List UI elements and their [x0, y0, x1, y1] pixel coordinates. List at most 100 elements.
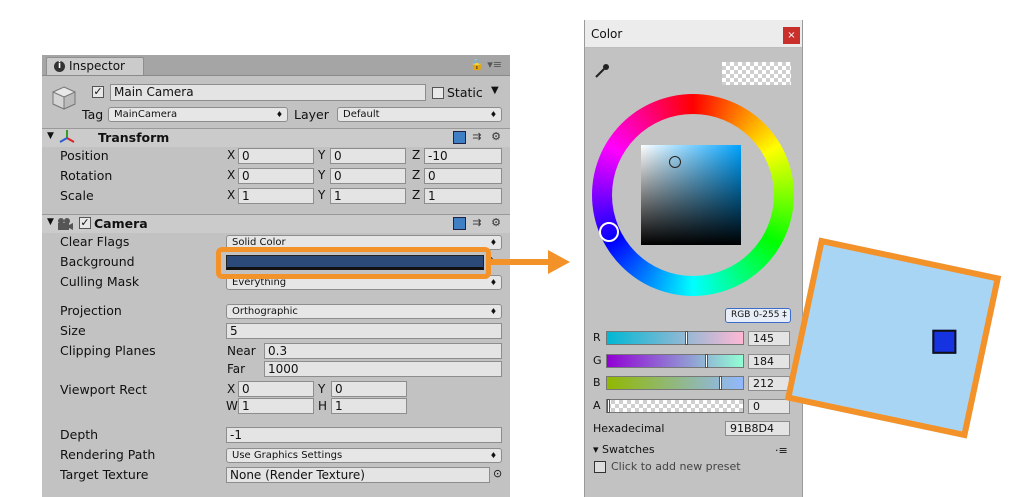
camera-header[interactable]: ▼ ✓ Camera ⇉ ⚙: [42, 214, 510, 233]
target-texture-label: Target Texture: [60, 467, 149, 482]
hex-value-field[interactable]: 91B8D4: [725, 421, 790, 436]
position-x-field[interactable]: 0: [238, 148, 314, 164]
static-checkbox[interactable]: [432, 87, 444, 99]
axis-h-label[interactable]: H: [318, 399, 327, 413]
far-label[interactable]: Far: [227, 362, 245, 376]
color-picker-window: Color × RGB 0-255 ‡ R 145 G 184 B 212 A …: [584, 20, 803, 497]
axis-x-label[interactable]: X: [227, 168, 235, 182]
axis-z-label[interactable]: Z: [412, 168, 420, 182]
help-book-icon[interactable]: [452, 216, 466, 230]
foldout-arrow-icon[interactable]: ▼: [47, 131, 54, 141]
color-window-title: Color: [591, 27, 623, 41]
position-y-field[interactable]: 0: [330, 148, 406, 164]
g-value-field[interactable]: 184: [748, 354, 790, 369]
b-slider-thumb[interactable]: [719, 376, 722, 390]
hue-cursor-icon[interactable]: [599, 222, 619, 242]
rotation-z-field[interactable]: 0: [424, 168, 502, 184]
near-clip-field[interactable]: 0.3: [264, 343, 502, 359]
lock-menu-icon[interactable]: 🔒 ▾≡: [470, 58, 502, 71]
color-mode-dropdown[interactable]: RGB 0-255 ‡: [725, 308, 791, 323]
close-button[interactable]: ×: [783, 27, 800, 44]
scale-z-field[interactable]: 1: [424, 188, 502, 204]
clipping-planes-label: Clipping Planes: [60, 343, 156, 358]
depth-field[interactable]: -1: [226, 427, 502, 443]
active-checkbox[interactable]: ✓: [92, 86, 104, 98]
b-slider[interactable]: [606, 376, 744, 390]
g-label: G: [593, 354, 602, 367]
tag-value: MainCamera: [114, 109, 178, 120]
r-slider-thumb[interactable]: [685, 331, 688, 345]
preset-icon[interactable]: ⇉: [472, 216, 484, 229]
layer-dropdown[interactable]: Default ♦: [337, 107, 502, 122]
dropdown-arrow-icon: ♦: [275, 110, 283, 119]
preset-icon[interactable]: ⇉: [472, 130, 484, 143]
add-preset-icon[interactable]: [594, 461, 606, 473]
hexadecimal-label: Hexadecimal: [593, 422, 665, 435]
rendering-path-dropdown[interactable]: Use Graphics Settings ♦: [226, 448, 502, 463]
static-dropdown-arrow[interactable]: ▼: [491, 85, 499, 96]
size-field[interactable]: 5: [226, 323, 502, 339]
camera-preview-square: [932, 329, 957, 354]
axis-z-label[interactable]: Z: [412, 188, 420, 202]
far-clip-field[interactable]: 1000: [264, 361, 502, 377]
tag-label: Tag: [82, 107, 104, 122]
rotation-y-field[interactable]: 0: [330, 168, 406, 184]
rotation-x-field[interactable]: 0: [238, 168, 314, 184]
viewport-x-field[interactable]: 0: [238, 381, 314, 397]
axis-y-label[interactable]: Y: [318, 148, 325, 162]
gear-icon[interactable]: ⚙: [491, 216, 504, 229]
static-label: Static: [447, 85, 483, 100]
axis-x-label[interactable]: X: [227, 188, 235, 202]
saturation-value-square[interactable]: [641, 145, 741, 245]
tag-dropdown[interactable]: MainCamera ♦: [108, 107, 288, 122]
inspector-tab[interactable]: i Inspector: [46, 57, 144, 75]
axis-x-label[interactable]: X: [227, 382, 235, 396]
viewport-y-field[interactable]: 0: [331, 381, 407, 397]
r-value-field[interactable]: 145: [748, 331, 790, 346]
scale-x-field[interactable]: 1: [238, 188, 314, 204]
background-label: Background: [60, 254, 135, 269]
g-slider-thumb[interactable]: [705, 354, 708, 368]
swatches-menu-icon[interactable]: ·≡: [775, 444, 788, 457]
axis-z-label[interactable]: Z: [412, 148, 420, 162]
layer-value: Default: [343, 109, 380, 120]
object-name-field[interactable]: Main Camera: [110, 84, 426, 101]
projection-label: Projection: [60, 303, 122, 318]
b-value-field[interactable]: 212: [748, 376, 790, 391]
r-slider[interactable]: [606, 331, 744, 345]
viewport-w-field[interactable]: 1: [238, 398, 314, 414]
projection-dropdown[interactable]: Orthographic ♦: [226, 304, 502, 319]
add-preset-label[interactable]: Click to add new preset: [611, 460, 741, 473]
axis-y-label[interactable]: Y: [318, 382, 325, 396]
g-slider[interactable]: [606, 354, 744, 368]
sv-cursor-icon[interactable]: [669, 156, 681, 168]
gear-icon[interactable]: ⚙: [491, 130, 504, 143]
inspector-tab-label: Inspector: [69, 59, 125, 73]
foldout-arrow-icon[interactable]: ▼: [47, 217, 54, 227]
swatches-foldout[interactable]: ▾ Swatches: [593, 443, 655, 456]
axis-y-label[interactable]: Y: [318, 168, 325, 182]
axis-x-label[interactable]: X: [227, 148, 235, 162]
scale-y-field[interactable]: 1: [330, 188, 406, 204]
inspector-tab-bar: i Inspector 🔒 ▾≡: [42, 55, 510, 76]
target-texture-field[interactable]: None (Render Texture): [226, 467, 490, 483]
a-slider-thumb[interactable]: [607, 399, 610, 413]
transform-header[interactable]: ▼ Transform ⇉ ⚙: [42, 128, 510, 147]
axis-y-label[interactable]: Y: [318, 188, 325, 202]
camera-title: Camera: [94, 216, 148, 231]
a-slider[interactable]: [606, 399, 744, 413]
object-picker-icon[interactable]: ⊙: [493, 467, 502, 480]
near-label[interactable]: Near: [227, 344, 256, 358]
viewport-rect-label: Viewport Rect: [60, 382, 147, 397]
viewport-h-field[interactable]: 1: [331, 398, 407, 414]
position-z-field[interactable]: -10: [424, 148, 502, 164]
color-mode-value: RGB 0-255 ‡: [731, 310, 787, 320]
dropdown-arrow-icon: ♦: [489, 110, 497, 119]
component-tools: ⇉ ⚙: [452, 216, 504, 230]
a-value-field[interactable]: 0: [748, 399, 790, 414]
camera-enabled-checkbox[interactable]: ✓: [79, 217, 91, 229]
rendering-path-value: Use Graphics Settings: [232, 450, 343, 461]
eyedropper-icon[interactable]: [593, 62, 611, 83]
help-book-icon[interactable]: [452, 130, 466, 144]
axis-w-label[interactable]: W: [226, 399, 238, 413]
